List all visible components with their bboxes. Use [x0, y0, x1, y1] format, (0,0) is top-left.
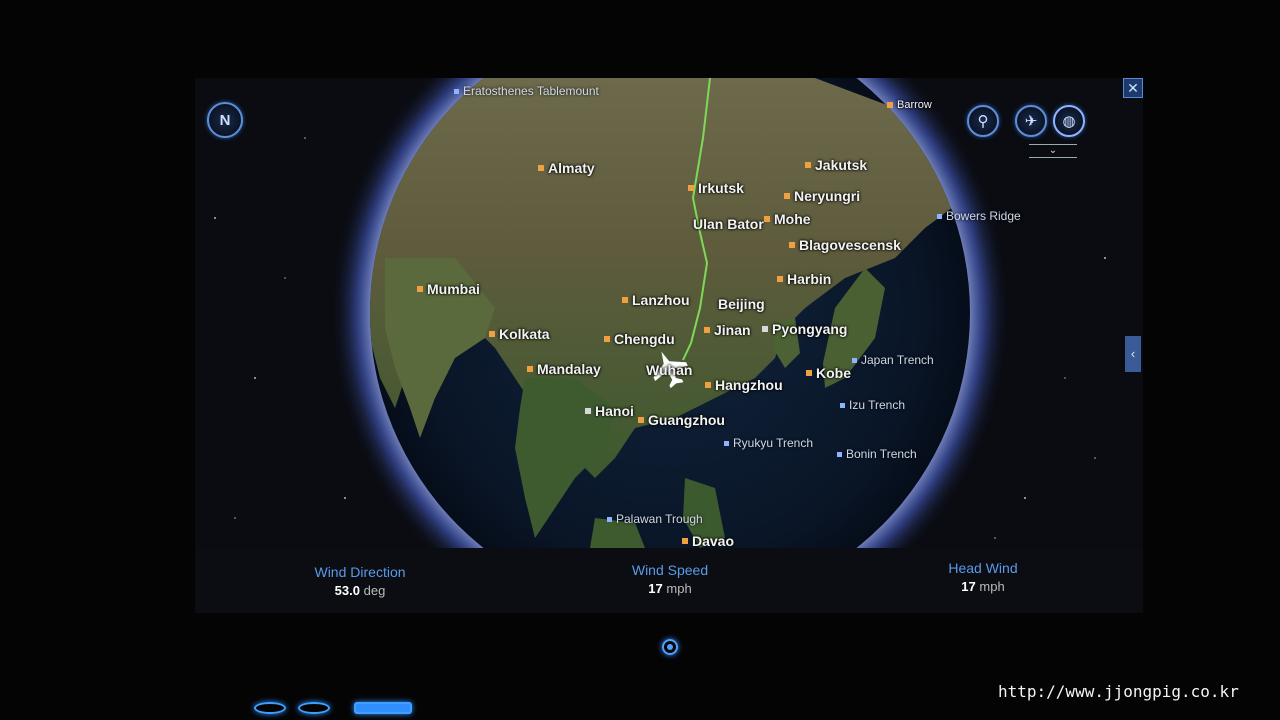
city-label: Barrow — [887, 99, 932, 111]
search-icon: ⚲ — [977, 113, 989, 130]
wind-direction-block: Wind Direction 53.0 deg — [300, 564, 420, 598]
city-label: Lanzhou — [622, 292, 690, 308]
city-label: Blagovescensk — [789, 237, 901, 253]
feature-label: Ryukyu Trench — [724, 436, 813, 450]
feature-label: Palawan Trough — [607, 512, 703, 526]
hardware-button[interactable] — [254, 702, 286, 714]
wind-direction-label: Wind Direction — [314, 564, 406, 580]
globe-view-button[interactable]: ◍ — [1053, 105, 1085, 137]
airplane-view-icon: ✈ — [1024, 113, 1038, 130]
city-label: Irkutsk — [688, 180, 744, 196]
expand-menu-button[interactable]: ⌄ — [1029, 144, 1077, 158]
feature-label: Japan Trench — [852, 353, 934, 367]
city-label: Kobe — [806, 365, 851, 381]
head-wind-value: 17 mph — [961, 579, 1005, 594]
city-label: Mohe — [764, 211, 811, 227]
city-label: Pyongyang — [762, 321, 847, 337]
city-label: Guangzhou — [638, 412, 725, 428]
city-label: Beijing — [718, 296, 765, 312]
city-label: Kolkata — [489, 326, 550, 342]
city-label: Hangzhou — [705, 377, 783, 393]
wind-direction-value: 53.0 deg — [334, 583, 386, 598]
home-button[interactable] — [662, 639, 678, 655]
city-label: Jinan — [704, 322, 751, 338]
feature-label: Bowers Ridge — [937, 209, 1021, 223]
flight-view-button[interactable]: ✈ — [1015, 105, 1047, 137]
city-label: Mumbai — [417, 281, 480, 297]
wind-speed-value: 17 mph — [648, 581, 692, 596]
feature-label: Eratosthenes Tablemount — [454, 84, 599, 98]
compass-icon: N — [219, 111, 231, 129]
feature-label: Bonin Trench — [837, 447, 917, 461]
feature-label: Izu Trench — [840, 398, 905, 412]
city-label: Jakutsk — [805, 157, 867, 173]
hardware-button[interactable] — [354, 702, 412, 714]
map-view[interactable]: Eratosthenes Tablemount Bowers Ridge Jap… — [195, 78, 1143, 548]
watermark-url: http://www.jjongpig.co.kr — [998, 682, 1239, 701]
chevron-left-icon: ‹ — [1130, 346, 1136, 361]
city-label: Harbin — [777, 271, 831, 287]
side-panel-tab[interactable]: ‹ — [1125, 336, 1141, 372]
close-icon: ✕ — [1127, 80, 1139, 96]
wind-speed-block: Wind Speed 17 mph — [610, 562, 730, 596]
flight-info-bar: Wind Direction 53.0 deg Wind Speed 17 mp… — [195, 548, 1143, 613]
head-wind-block: Head Wind 17 mph — [923, 560, 1043, 594]
city-label: Ulan Bator — [693, 216, 764, 232]
globe-graphic — [214, 78, 1106, 548]
wind-speed-label: Wind Speed — [631, 562, 709, 578]
city-label: Mandalay — [527, 361, 601, 377]
compass-button[interactable]: N — [207, 102, 243, 138]
city-label: Almaty — [538, 160, 595, 176]
flight-map-screen: Eratosthenes Tablemount Bowers Ridge Jap… — [195, 78, 1143, 613]
city-label: Chengdu — [604, 331, 675, 347]
chevron-down-icon: ⌄ — [1048, 145, 1058, 156]
city-label: Hanoi — [585, 403, 634, 419]
close-button[interactable]: ✕ — [1123, 78, 1143, 98]
globe-icon: ◍ — [1062, 113, 1076, 130]
city-label: Wuhan — [646, 362, 693, 378]
search-button[interactable]: ⚲ — [967, 105, 999, 137]
head-wind-label: Head Wind — [948, 560, 1018, 576]
hardware-button[interactable] — [298, 702, 330, 714]
city-label: Davao — [682, 533, 734, 548]
city-label: Neryungri — [784, 188, 860, 204]
